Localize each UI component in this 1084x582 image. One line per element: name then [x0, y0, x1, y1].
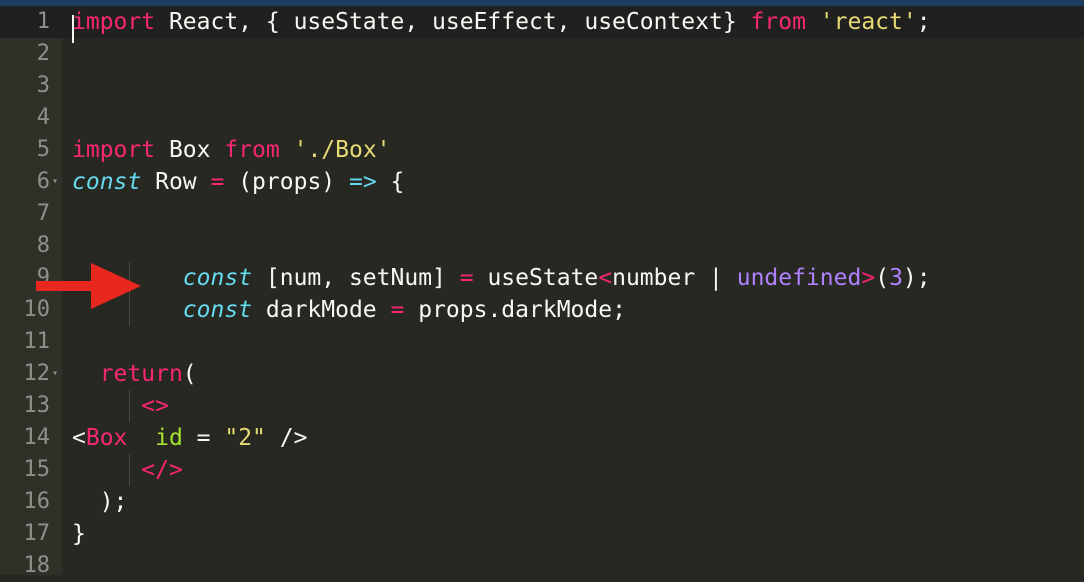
line-number: 11 [23, 329, 51, 354]
code-line[interactable]: 4 [0, 102, 1084, 134]
code-token: [num, setNum] [252, 265, 460, 291]
code-token: const [72, 169, 142, 195]
code-line[interactable]: 7 [0, 198, 1084, 230]
line-number: 12 [23, 361, 51, 386]
code-token: < [72, 425, 86, 451]
code-line[interactable]: 12 ▾ return( [0, 358, 1084, 390]
line-number: 6 [36, 169, 50, 194]
indent-guide [129, 454, 130, 486]
code-token: React, { useState, useEffect, useContext… [155, 9, 751, 35]
code-line[interactable]: 3 [0, 70, 1084, 102]
fold-toggle-icon[interactable]: ▾ [52, 358, 58, 390]
code-token: = [390, 297, 405, 323]
code-line[interactable]: 13 <> [0, 390, 1084, 422]
line-number: 5 [36, 137, 50, 162]
code-token: = [182, 425, 225, 451]
code-line[interactable]: 14 <Box id = "2" /> [0, 422, 1084, 454]
code-text: const Row = (props) => { [72, 166, 404, 198]
code-text: import React, { useState, useEffect, use… [72, 6, 931, 38]
code-text: <Box id = "2" /> [72, 422, 307, 454]
code-text: } [72, 518, 86, 550]
code-token: props.darkMode; [404, 297, 626, 323]
code-line[interactable]: 8 [0, 230, 1084, 262]
code-token: useState [473, 265, 599, 291]
code-token: ( [875, 265, 890, 291]
code-token: { [376, 169, 405, 195]
code-token: ); [72, 489, 128, 515]
line-number: 16 [23, 489, 51, 514]
code-token: ; [916, 9, 931, 35]
code-token: number | [612, 265, 737, 291]
line-number: 15 [23, 457, 51, 482]
code-text: const darkMode = props.darkMode; [72, 294, 626, 326]
code-token: from [224, 137, 280, 163]
indent-guide [129, 390, 130, 422]
code-token: 'react' [819, 9, 917, 35]
code-token: ( [182, 361, 197, 387]
line-number: 13 [23, 393, 51, 418]
code-token: /> [265, 425, 308, 451]
code-text: ); [72, 486, 128, 518]
code-text: const [num, setNum] = useState<number | … [72, 262, 931, 294]
code-token: import [72, 9, 156, 35]
text-cursor [72, 15, 74, 43]
code-line[interactable]: 6 ▾ const Row = (props) => { [0, 166, 1084, 198]
code-text: import Box from './Box' [72, 134, 391, 166]
code-line[interactable]: 18 [0, 550, 1084, 582]
line-number: 3 [36, 73, 50, 98]
code-token: = [459, 265, 474, 291]
code-line[interactable]: 15 </> [0, 454, 1084, 486]
code-token: < [598, 265, 613, 291]
line-number: 4 [36, 105, 50, 130]
code-token: => [348, 169, 377, 195]
fold-toggle-icon[interactable]: ▾ [52, 166, 58, 198]
code-token: Box [85, 425, 128, 451]
code-token: ); [902, 265, 931, 291]
code-token: Row [141, 169, 211, 195]
code-editor[interactable]: 1 import React, { useState, useEffect, us… [0, 6, 1084, 578]
line-number: 2 [36, 41, 50, 66]
code-token: return [99, 361, 183, 387]
code-line[interactable]: 5 import Box from './Box' [0, 134, 1084, 166]
code-token: const [182, 265, 253, 291]
code-token: undefined [736, 265, 862, 291]
code-token: const [182, 297, 253, 323]
code-line[interactable]: 17} [0, 518, 1084, 550]
code-token: "2" [224, 425, 266, 451]
code-line[interactable]: 1 import React, { useState, useEffect, us… [0, 6, 1084, 38]
line-number: 18 [23, 553, 51, 578]
code-token: > [861, 265, 876, 291]
code-token: = [210, 169, 225, 195]
code-line[interactable]: 9 const [num, setNum] = useState<number … [0, 262, 1084, 294]
code-token: </> [141, 457, 183, 483]
code-token: Box [155, 137, 225, 163]
line-number: 7 [36, 201, 50, 226]
code-token: <> [141, 393, 169, 419]
line-number: 1 [36, 9, 50, 34]
code-token: (props) [224, 169, 349, 195]
code-line[interactable]: 16 ); [0, 486, 1084, 518]
code-token: id [155, 425, 183, 451]
code-token: darkMode [252, 297, 391, 323]
line-number: 17 [23, 521, 51, 546]
code-text: return( [72, 358, 197, 390]
code-token: import [72, 137, 156, 163]
code-line[interactable]: 10 const darkMode = props.darkMode; [0, 294, 1084, 326]
code-token: './Box' [293, 137, 391, 163]
code-text: <> [72, 390, 169, 422]
code-line[interactable]: 2 [0, 38, 1084, 70]
red-arrow-icon [36, 263, 141, 309]
code-text: </> [72, 454, 183, 486]
code-token: from [750, 9, 806, 35]
code-token: } [72, 521, 86, 547]
line-number: 14 [23, 425, 51, 450]
code-token: 3 [889, 265, 903, 291]
code-line[interactable]: 11 [0, 326, 1084, 358]
